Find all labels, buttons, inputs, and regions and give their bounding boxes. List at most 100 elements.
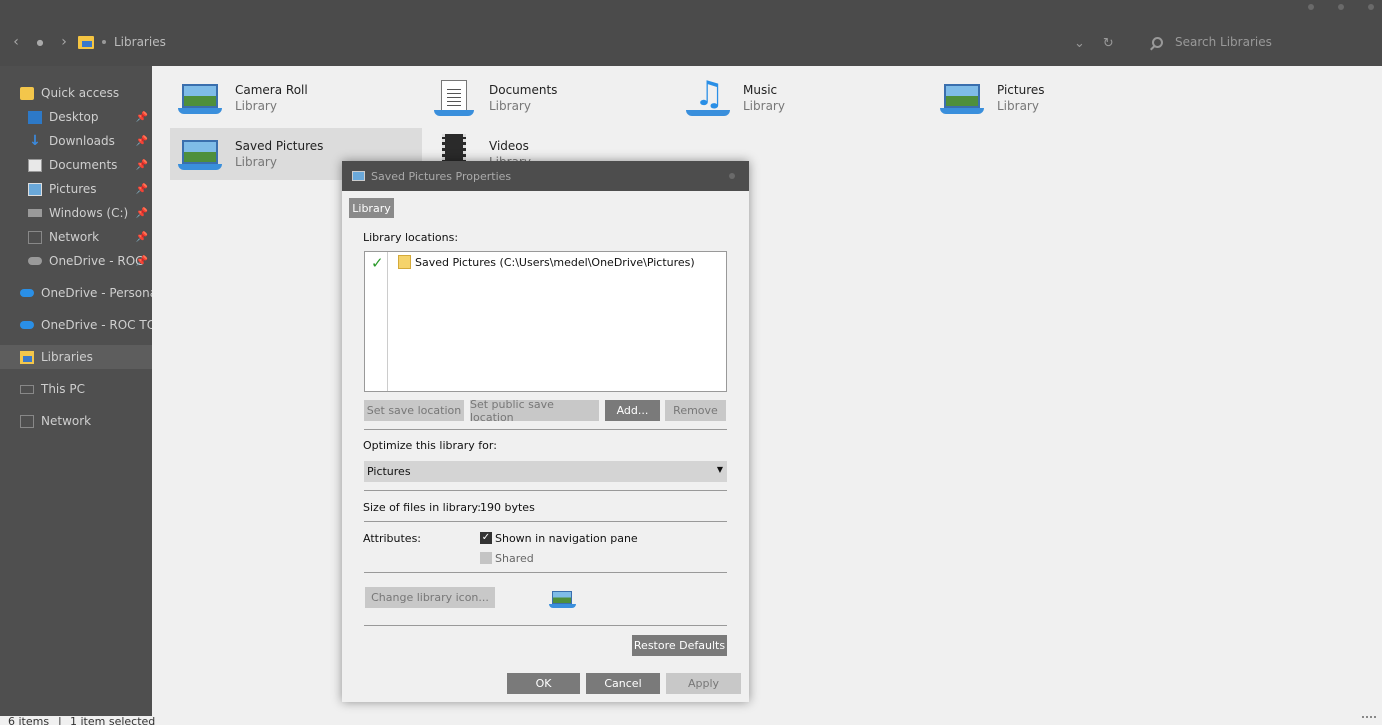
- sidebar-item-quick-access[interactable]: Quick access: [0, 81, 152, 105]
- search-input[interactable]: Search Libraries: [1175, 35, 1272, 49]
- list-column-divider: [387, 252, 388, 391]
- status-bar: 6 items | 1 item selected: [0, 716, 1382, 725]
- library-tile-documents[interactable]: Documents Library: [424, 72, 676, 124]
- breadcrumb[interactable]: Libraries: [78, 35, 166, 49]
- recent-dot-icon[interactable]: ●: [32, 38, 48, 47]
- divider: [364, 429, 727, 430]
- library-type: Library: [235, 99, 277, 113]
- size-label: Size of files in library:: [363, 501, 481, 514]
- sidebar-item-onedrive-roc[interactable]: OneDrive - ROC 📌: [0, 249, 152, 273]
- size-value: 190 bytes: [480, 501, 535, 514]
- sidebar-item-label: Network: [49, 230, 100, 244]
- library-icon: [352, 171, 365, 181]
- pin-icon: 📌: [135, 183, 148, 195]
- library-tile-pictures[interactable]: Pictures Library: [932, 72, 1184, 124]
- dialog-close-button[interactable]: [729, 173, 735, 179]
- pin-icon: 📌: [135, 207, 148, 219]
- shared-label: Shared: [495, 552, 534, 565]
- ok-button[interactable]: OK: [507, 673, 580, 694]
- documents-library-icon: [432, 78, 476, 118]
- search-icon: [1152, 36, 1163, 48]
- forward-arrow-icon[interactable]: ›: [56, 34, 72, 50]
- sidebar-item-label: Libraries: [41, 350, 93, 364]
- divider: [364, 490, 727, 491]
- chevron-down-icon: ▼: [716, 465, 723, 474]
- library-type: Library: [235, 155, 277, 169]
- sidebar-item-label: Pictures: [49, 182, 97, 196]
- sidebar-item-downloads[interactable]: ↓ Downloads 📌: [0, 129, 152, 153]
- sidebar-item-onedrive-roc-top[interactable]: OneDrive - ROC TOP: [0, 313, 152, 337]
- restore-defaults-button[interactable]: Restore Defaults: [632, 635, 727, 656]
- shown-in-navigation-label: Shown in navigation pane: [495, 532, 638, 545]
- picture-library-icon: [940, 78, 984, 118]
- selection-count: 1 item selected: [70, 716, 156, 725]
- navigation-pane: Quick access Desktop 📌 ↓ Downloads 📌 Doc…: [0, 66, 152, 725]
- breadcrumb-location[interactable]: Libraries: [114, 35, 166, 49]
- optimize-label: Optimize this library for:: [363, 439, 497, 452]
- sidebar-item-documents[interactable]: Documents 📌: [0, 153, 152, 177]
- sidebar-item-label: Downloads: [49, 134, 115, 148]
- refresh-icon[interactable]: ↻: [1103, 36, 1114, 51]
- close-button[interactable]: [1368, 4, 1374, 10]
- picture-library-icon: [178, 78, 222, 118]
- back-arrow-icon[interactable]: ‹: [8, 34, 24, 50]
- add-location-button[interactable]: Add...: [605, 400, 660, 421]
- sidebar-item-onedrive-personal[interactable]: OneDrive - Personal: [0, 281, 152, 305]
- onedrive-icon: [20, 289, 34, 297]
- cancel-button[interactable]: Cancel: [586, 673, 660, 694]
- sidebar-item-label: OneDrive - Personal: [41, 286, 152, 300]
- details-view-icon[interactable]: [1362, 716, 1376, 724]
- library-name: Videos: [489, 139, 529, 153]
- file-list: Camera Roll Library Documents Library ♫ …: [152, 66, 1382, 716]
- sidebar-item-windows-c[interactable]: Windows (C:) 📌: [0, 201, 152, 225]
- sidebar-item-label: This PC: [41, 382, 85, 396]
- tab-library[interactable]: Library: [349, 198, 394, 218]
- sidebar-item-label: Windows (C:): [49, 206, 129, 220]
- library-type: Library: [489, 99, 531, 113]
- set-save-location-button[interactable]: Set save location: [364, 400, 464, 421]
- optimize-select-value: Pictures: [367, 465, 411, 478]
- apply-button[interactable]: Apply: [666, 673, 741, 694]
- set-public-save-location-button[interactable]: Set public save location: [470, 398, 599, 424]
- history-dropdown-chevron-icon[interactable]: ⌄: [1074, 36, 1085, 51]
- library-tile-music[interactable]: ♫ Music Library: [678, 72, 930, 124]
- search-box[interactable]: Search Libraries: [1152, 35, 1272, 49]
- download-icon: ↓: [29, 132, 41, 149]
- library-locations-label: Library locations:: [363, 231, 459, 244]
- shared-checkbox[interactable]: [480, 552, 492, 564]
- library-locations-list[interactable]: ✓ Saved Pictures (C:\Users\medel\OneDriv…: [364, 251, 727, 392]
- library-name: Saved Pictures: [235, 139, 324, 153]
- star-folder-icon: [20, 86, 34, 100]
- sidebar-item-this-pc[interactable]: This PC: [0, 377, 152, 401]
- shown-in-navigation-checkbox[interactable]: ✓: [480, 532, 492, 544]
- attributes-label: Attributes:: [363, 532, 422, 545]
- libraries-folder-icon: [78, 35, 94, 49]
- sidebar-item-desktop[interactable]: Desktop 📌: [0, 105, 152, 129]
- divider: [364, 572, 727, 573]
- location-path[interactable]: Saved Pictures (C:\Users\medel\OneDrive\…: [415, 256, 695, 269]
- libraries-icon: [20, 350, 34, 364]
- library-tile-camera-roll[interactable]: Camera Roll Library: [170, 72, 422, 124]
- folder-icon: [398, 255, 411, 269]
- desktop-icon: [28, 110, 42, 124]
- library-name: Music: [743, 83, 778, 97]
- library-name: Documents: [489, 83, 558, 97]
- change-library-icon-button[interactable]: Change library icon...: [365, 587, 495, 608]
- sidebar-item-label: Desktop: [49, 110, 99, 124]
- save-location-check-icon: ✓: [371, 254, 384, 272]
- maximize-button[interactable]: [1338, 4, 1344, 10]
- sidebar-item-libraries[interactable]: Libraries: [0, 345, 152, 369]
- sidebar-item-network-pinned[interactable]: Network 📌: [0, 225, 152, 249]
- minimize-button[interactable]: [1308, 4, 1314, 10]
- sidebar-item-network[interactable]: Network: [0, 409, 152, 433]
- sidebar-item-pictures[interactable]: Pictures 📌: [0, 177, 152, 201]
- window-controls: [1308, 4, 1374, 10]
- dialog-title-bar[interactable]: Saved Pictures Properties: [342, 161, 749, 191]
- pin-icon: 📌: [135, 231, 148, 243]
- pc-icon: [20, 384, 34, 394]
- library-properties-dialog: Saved Pictures Properties Library Librar…: [342, 161, 749, 702]
- remove-location-button[interactable]: Remove: [665, 400, 726, 421]
- optimize-select[interactable]: Pictures ▼: [364, 461, 727, 482]
- pin-icon: 📌: [135, 159, 148, 171]
- sidebar-item-label: OneDrive - ROC: [49, 254, 144, 268]
